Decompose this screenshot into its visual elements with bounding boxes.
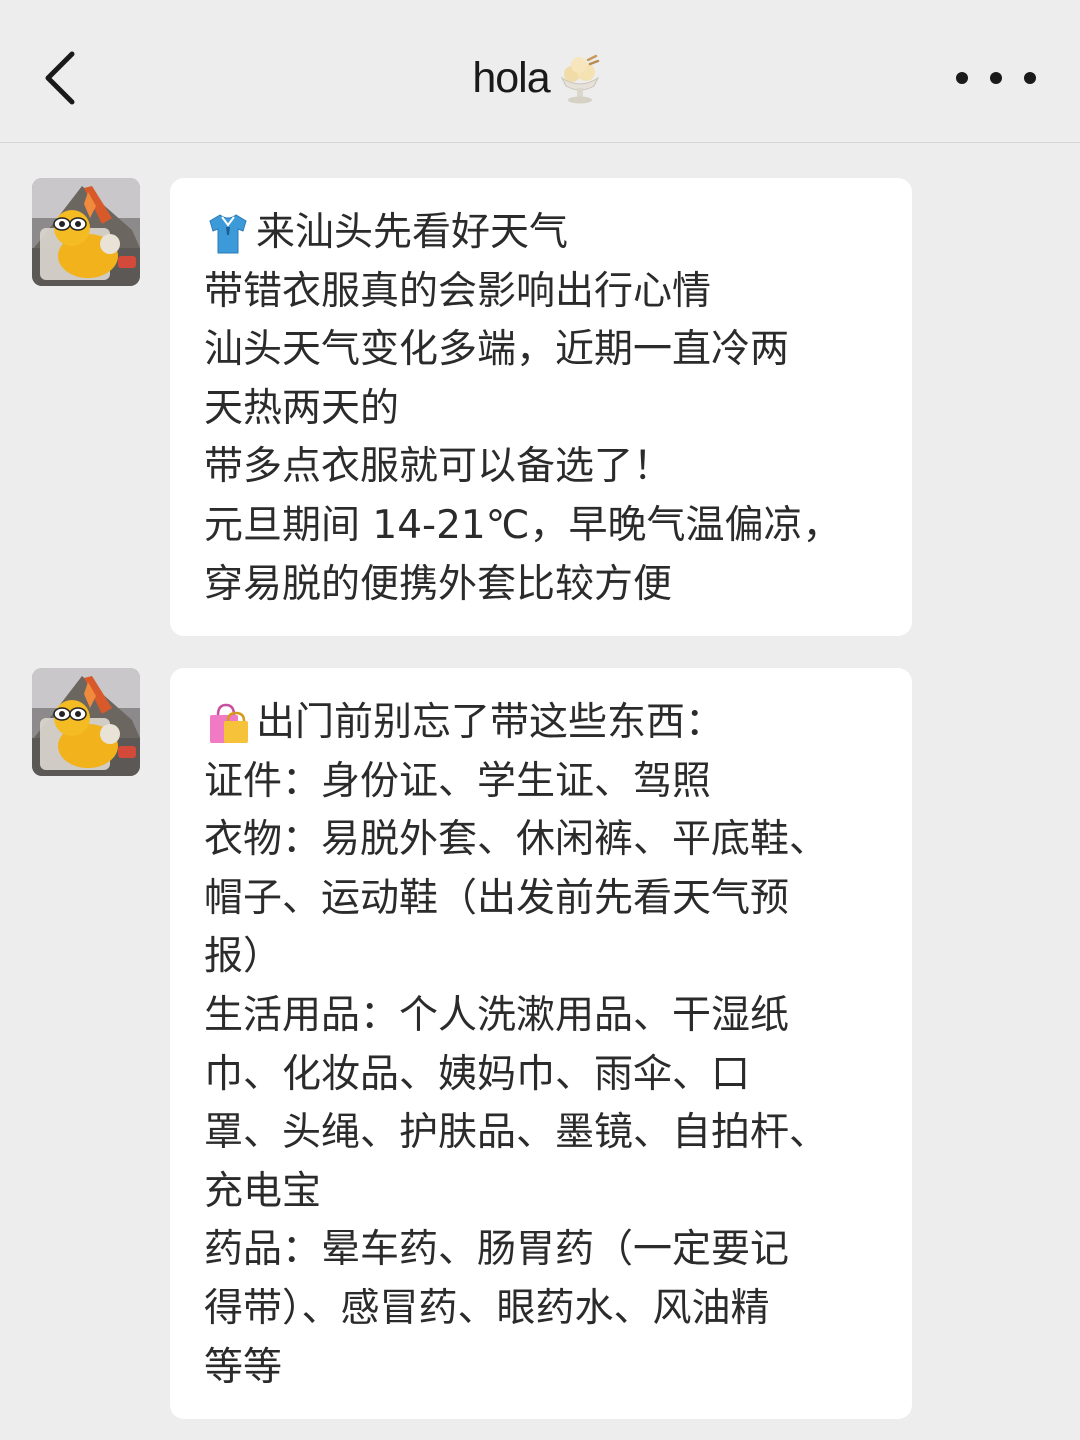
message-line: 得带）、感冒药、眼药水、风油精 [204,1285,770,1331]
message-line: 药品：晕车药、肠胃药（一定要记 [204,1227,790,1273]
message-bubble[interactable]: 出门前别忘了带这些东西： 证件：身份证、学生证、驾照 衣物：易脱外套、休闲裤、平… [170,668,912,1420]
message-line: 帽子、运动鞋（出发前先看天气预 [204,875,790,921]
sender-avatar[interactable] [32,668,140,776]
sender-avatar[interactable] [32,178,140,286]
message-line: 带错衣服真的会影响出行心情 [204,268,712,314]
t-shirt-icon [209,214,247,254]
message-line: 天热两天的 [204,385,400,431]
ice-cream-sundae-icon [560,54,599,104]
message-line: 衣物：易脱外套、休闲裤、平底鞋、 [204,817,829,863]
chat-title-text: hola [472,53,550,102]
more-horizontal-icon-dot [956,72,968,84]
chat-screen: hola 来汕头先看好天气 带错衣服真的会影响出行心情 汕头天气变化多端，近期一… [0,0,1080,1440]
message-line: 生活用品：个人洗漱用品、干湿纸 [204,992,790,1038]
chat-header: hola [0,0,1080,143]
message-line: 罩、头绳、护肤品、墨镜、自拍杆、 [204,1110,829,1156]
chat-title: hola [0,46,1080,110]
shopping-bags-icon [210,704,248,744]
more-horizontal-icon-dot [990,72,1002,84]
message-line: 充电宝 [204,1168,322,1214]
message-line: 汕头天气变化多端，近期一直冷两 [204,327,790,373]
message-line: 报） [204,934,283,980]
more-horizontal-icon-dot [1024,72,1036,84]
message-line: 等等 [204,1344,283,1390]
message-line: 巾、化妆品、姨妈巾、雨伞、口 [204,1051,751,1097]
message-line: 元旦期间 14-21℃，早晚气温偏凉， [204,502,842,548]
message-line: 带多点衣服就可以备选了！ [204,444,673,490]
message-bubble[interactable]: 来汕头先看好天气 带错衣服真的会影响出行心情 汕头天气变化多端，近期一直冷两 天… [170,178,912,637]
winnie-pooh-avatar-icon [32,178,140,286]
more-options-button[interactable] [956,52,1036,104]
message-line: 出门前别忘了带这些东西： [204,694,892,753]
message-line: 来汕头先看好天气 [204,204,892,263]
message-line: 穿易脱的便携外套比较方便 [204,561,673,607]
winnie-pooh-avatar-icon [32,668,140,776]
message-line: 证件：身份证、学生证、驾照 [204,758,712,804]
